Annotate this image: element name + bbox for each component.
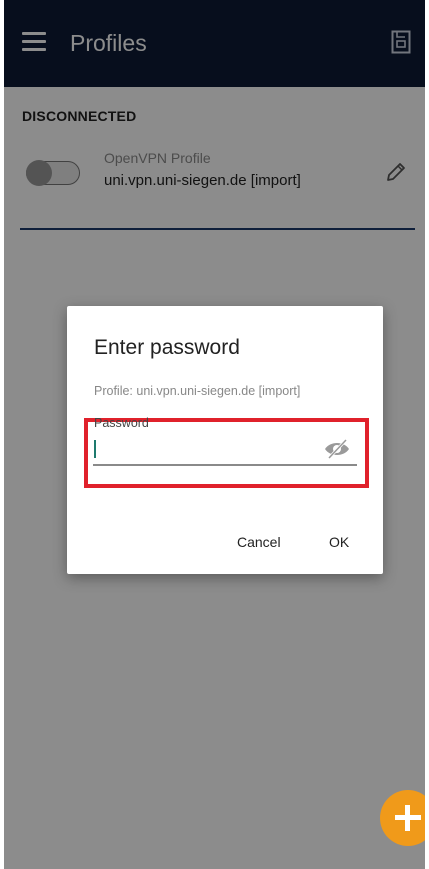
app-window: Profiles DISCONNECTED OpenVPN Profile un… — [4, 0, 425, 869]
password-dialog: Enter password Profile: uni.vpn.uni-sieg… — [67, 306, 383, 574]
password-input[interactable] — [93, 434, 329, 460]
text-caret — [94, 440, 96, 458]
screen: Profiles DISCONNECTED OpenVPN Profile un… — [0, 0, 429, 869]
dialog-profile-line: Profile: uni.vpn.uni-siegen.de [import] — [94, 384, 301, 398]
ok-button[interactable]: OK — [329, 534, 349, 550]
password-underline — [93, 464, 357, 466]
cancel-button[interactable]: Cancel — [237, 534, 281, 550]
dialog-title: Enter password — [94, 336, 240, 359]
password-field-label: Password — [94, 416, 149, 430]
eye-off-icon[interactable] — [322, 438, 352, 460]
